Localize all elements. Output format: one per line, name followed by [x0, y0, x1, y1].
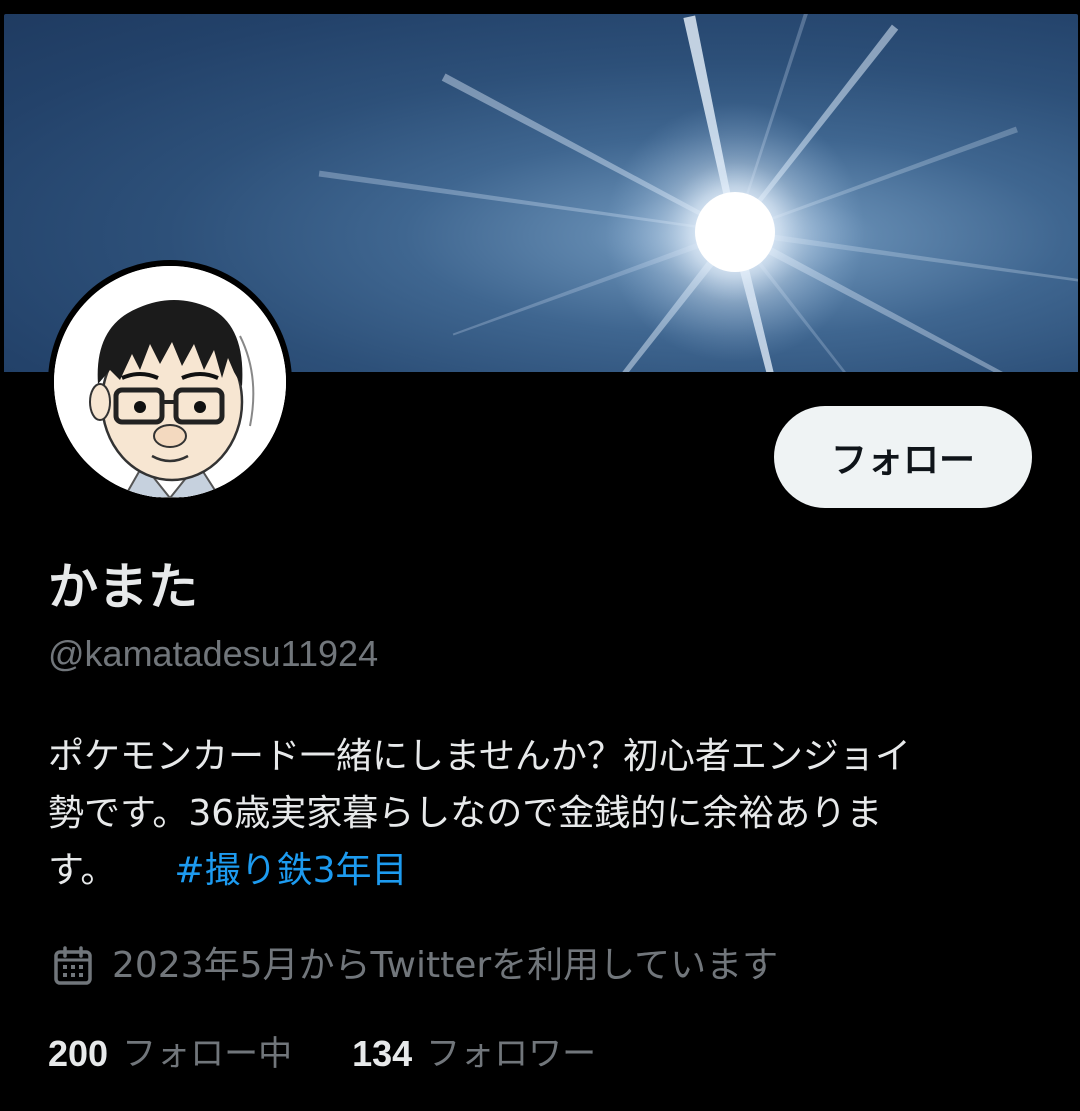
bio-line: 勢です。36歳実家暮らしなので金銭的に余裕ありま	[48, 793, 883, 834]
followers-label: フォロワー	[426, 1034, 597, 1074]
joined-date: 2023年5月からTwitterを利用しています	[52, 940, 778, 992]
joined-text: 2023年5月からTwitterを利用しています	[112, 945, 779, 986]
follow-stats: 200 フォロー中 134 フォロワー	[48, 1030, 596, 1078]
bio-line: ポケモンカード一緒にしませんか？初心者エンジョイ	[48, 736, 911, 777]
bio-line: す。 #撮り鉄3年目	[48, 842, 1028, 899]
followers-link[interactable]: 134 フォロワー	[352, 1030, 596, 1078]
follow-button[interactable]: フォロー	[774, 406, 1032, 508]
calendar-icon	[54, 946, 92, 985]
following-label: フォロー中	[122, 1034, 293, 1074]
avatar-illustration	[54, 266, 286, 498]
profile-avatar[interactable]	[48, 260, 292, 504]
user-handle: @kamatadesu11924	[48, 633, 379, 674]
following-link[interactable]: 200 フォロー中	[48, 1030, 292, 1078]
display-name: かまた	[48, 558, 198, 616]
following-count: 200	[48, 1033, 109, 1074]
followers-count: 134	[352, 1033, 413, 1074]
bio-line-end: す。	[48, 850, 117, 891]
profile-bio: ポケモンカード一緒にしませんか？初心者エンジョイ 勢です。36歳実家暮らしなので…	[48, 728, 1028, 899]
hashtag-link[interactable]: #撮り鉄3年目	[174, 850, 407, 891]
